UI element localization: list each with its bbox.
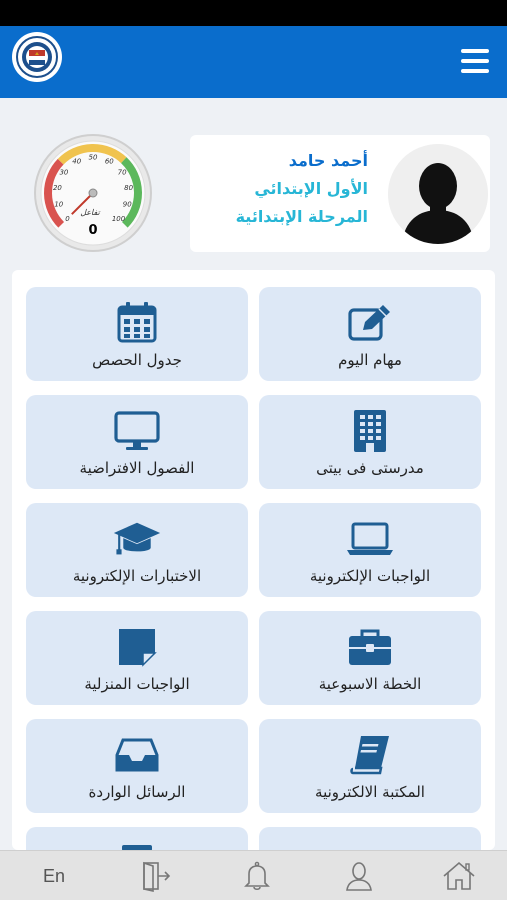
language-label: En (42, 865, 66, 886)
profile-text: أحمد حامد الأول الإبتدائي المرحلة الإبتد… (236, 147, 368, 231)
gauge-tick-label: 0 (65, 215, 70, 223)
tile-partial[interactable] (26, 827, 248, 850)
gauge-tick-label: 70 (118, 168, 127, 176)
tile-label: الرسائل الواردة (88, 783, 186, 801)
tile-label: الاختبارات الإلكترونية (72, 567, 202, 585)
briefcase-icon (346, 625, 394, 669)
tile-e-exams[interactable]: الاختبارات الإلكترونية (26, 503, 248, 597)
monitor-icon (113, 409, 161, 453)
tile-class-schedule[interactable]: جدول الحصص (26, 287, 248, 381)
notifications-button[interactable] (235, 857, 279, 895)
tile-label: مهام اليوم (338, 351, 402, 369)
edit-icon (346, 301, 394, 345)
tile-label: مدرستى فى بيتى (316, 459, 424, 477)
gauge-tick-label: 10 (54, 201, 63, 209)
language-toggle-button[interactable]: En (32, 857, 76, 895)
tile-label: جدول الحصص (92, 351, 182, 369)
gauge-tick-label: 50 (89, 154, 98, 162)
student-grade: الأول الإبتدائي (254, 179, 368, 198)
book-icon (346, 733, 394, 777)
emblem-icon (16, 36, 58, 78)
tile-inbox-messages[interactable]: الرسائل الواردة (26, 719, 248, 813)
tile-label: الفصول الافتراضية (79, 459, 195, 477)
school-logo[interactable] (12, 32, 62, 82)
menu-hamburger-icon[interactable] (461, 49, 489, 75)
tile-virtual-classes[interactable]: الفصول الافتراضية (26, 395, 248, 489)
student-profile-card: أحمد حامد الأول الإبتدائي المرحلة الإبتد… (190, 135, 490, 252)
gauge-value: 0 (88, 223, 97, 238)
logout-icon (143, 861, 171, 892)
home-icon (443, 861, 475, 890)
gauge-tick-label: 90 (123, 201, 132, 209)
gauge-tick-label: 20 (53, 184, 62, 192)
building-icon (346, 409, 394, 453)
inbox-icon (113, 733, 161, 777)
gauge-tick-label: 40 (72, 157, 81, 165)
logout-button[interactable] (133, 857, 177, 895)
student-stage: المرحلة الإبتدائية (235, 207, 368, 226)
tile-label: المكتبة الالكترونية (315, 783, 425, 801)
user-icon (346, 862, 372, 891)
tile-weekly-plan[interactable]: الخطة الاسبوعية (259, 611, 481, 705)
tile-my-school-at-home[interactable]: مدرستى فى بيتى (259, 395, 481, 489)
menu-panel: مهام اليوم جدول الحصص مدرستى فى بيتى الف… (12, 270, 495, 850)
avatar (388, 144, 488, 244)
home-button[interactable] (437, 857, 481, 895)
tile-partial[interactable] (259, 827, 481, 850)
graduation-cap-icon (113, 517, 161, 561)
gauge-tick-label: 60 (105, 157, 114, 165)
gauge-caption: تفاعل (80, 208, 100, 217)
sticky-note-icon (113, 625, 161, 669)
bell-icon (244, 861, 270, 891)
tile-label: الواجبات الإلكترونية (309, 567, 431, 585)
tile-e-homework[interactable]: الواجبات الإلكترونية (259, 503, 481, 597)
gauge-tick-label: 80 (124, 184, 133, 192)
calendar-icon (113, 301, 161, 345)
tile-home-assignments[interactable]: الواجبات المنزلية (26, 611, 248, 705)
laptop-icon (346, 517, 394, 561)
tile-today-tasks[interactable]: مهام اليوم (259, 287, 481, 381)
gauge-tick-label: 30 (59, 168, 68, 176)
profile-button[interactable] (337, 857, 381, 895)
status-bar (0, 0, 507, 26)
user-silhouette-icon (388, 144, 488, 244)
tile-e-library[interactable]: المكتبة الالكترونية (259, 719, 481, 813)
student-name: أحمد حامد (288, 151, 368, 170)
engagement-gauge: 0 10 20 30 40 50 60 70 80 90 100 تفاعل 0 (33, 133, 153, 253)
app-header (0, 26, 507, 98)
bottom-navigation: En (0, 850, 507, 900)
tile-label: الواجبات المنزلية (84, 675, 190, 693)
gauge-tick-label: 100 (112, 215, 126, 223)
tile-label: الخطة الاسبوعية (318, 675, 422, 693)
